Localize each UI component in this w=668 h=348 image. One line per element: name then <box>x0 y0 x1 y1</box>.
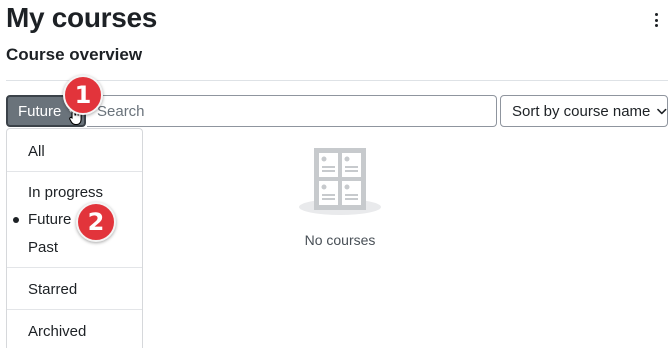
empty-state-message: No courses <box>304 232 376 248</box>
chevron-down-icon <box>657 108 667 114</box>
step-2-badge: 2 <box>76 202 116 242</box>
dropdown-item-starred[interactable]: Starred <box>28 281 77 298</box>
dropdown-item-all[interactable]: All <box>28 143 45 160</box>
kebab-dot <box>654 18 658 22</box>
dropdown-item-past[interactable]: Past <box>28 239 58 256</box>
dropdown-item-archived[interactable]: Archived <box>28 323 86 340</box>
dropdown-item-in-progress[interactable]: In progress <box>28 184 103 201</box>
page-title: My courses <box>6 2 158 33</box>
section-divider <box>6 80 668 81</box>
empty-courses-illustration-icon <box>299 148 381 215</box>
kebab-dot <box>654 24 658 27</box>
filter-button-label: Future <box>18 102 62 120</box>
search-input[interactable] <box>87 95 497 127</box>
dropdown-divider <box>7 309 142 310</box>
dropdown-divider <box>7 267 142 268</box>
sort-button-label: Sort by course name <box>512 102 651 120</box>
dropdown-item-future[interactable]: Future <box>28 211 71 228</box>
sort-dropdown-button[interactable]: Sort by course name <box>500 95 668 127</box>
section-title: Course overview <box>6 45 143 64</box>
step-1-badge: 1 <box>63 75 103 115</box>
dropdown-divider <box>7 171 142 172</box>
selected-bullet-icon <box>13 217 19 223</box>
kebab-dot <box>654 13 658 16</box>
kebab-menu-icon[interactable] <box>652 12 660 28</box>
filter-dropdown-menu: All In progress Future Past Starred Arch… <box>6 128 143 348</box>
